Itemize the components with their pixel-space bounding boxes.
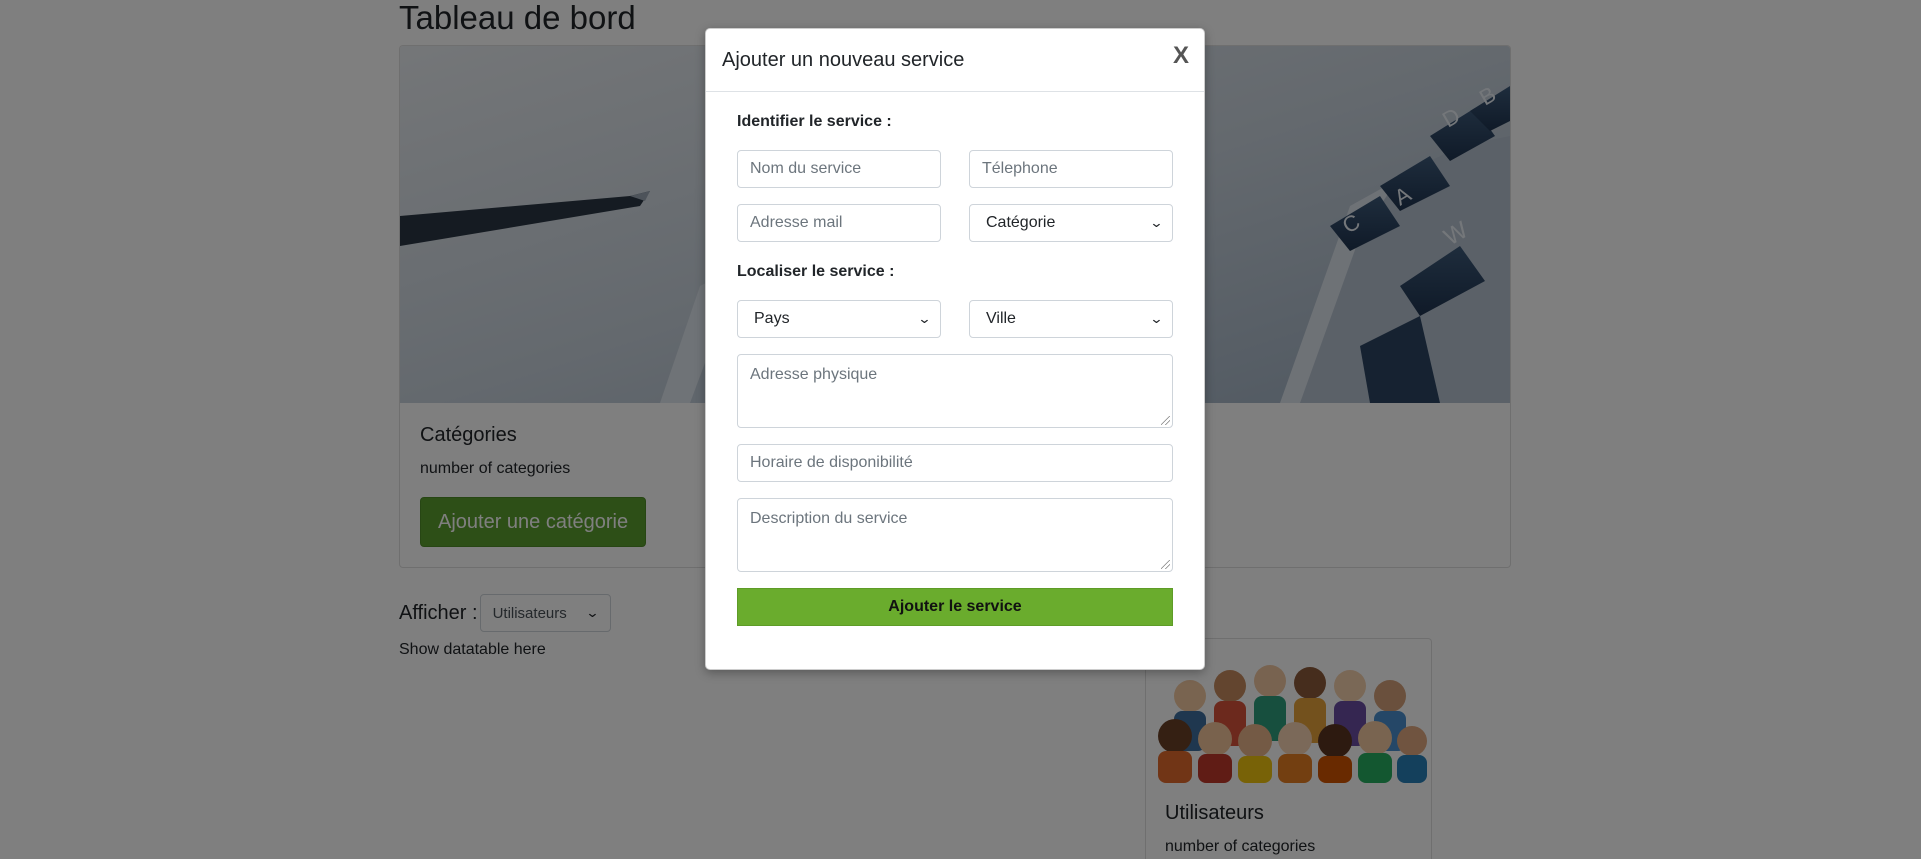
- city-select-value: Ville: [986, 310, 1016, 327]
- chevron-down-icon: ⌄: [1149, 311, 1164, 326]
- availability-hours-input[interactable]: [737, 444, 1173, 482]
- modal-title: Ajouter un nouveau service: [722, 49, 965, 71]
- category-select-value: Catégorie: [986, 214, 1056, 231]
- modal-body: Identifier le service : Catégorie ⌄ Loca…: [706, 92, 1204, 626]
- category-select[interactable]: Catégorie ⌄: [969, 204, 1173, 242]
- service-name-input[interactable]: [737, 150, 941, 188]
- add-service-modal: Ajouter un nouveau service X Identifier …: [705, 28, 1205, 670]
- country-select[interactable]: Pays ⌄: [737, 300, 941, 338]
- close-button[interactable]: X: [1173, 44, 1189, 68]
- modal-header: Ajouter un nouveau service X: [706, 29, 1204, 92]
- country-select-value: Pays: [754, 310, 790, 327]
- city-select[interactable]: Ville ⌄: [969, 300, 1173, 338]
- resize-handle-icon[interactable]: [1161, 416, 1170, 425]
- description-textarea[interactable]: [737, 498, 1173, 572]
- locate-section-label: Localiser le service :: [737, 263, 895, 280]
- chevron-down-icon: ⌄: [1149, 215, 1164, 230]
- chevron-down-icon: ⌄: [917, 311, 932, 326]
- phone-input[interactable]: [969, 150, 1173, 188]
- identify-section-label: Identifier le service :: [737, 113, 892, 130]
- email-input[interactable]: [737, 204, 941, 242]
- add-service-button[interactable]: Ajouter le service: [737, 588, 1173, 626]
- resize-handle-icon[interactable]: [1161, 560, 1170, 569]
- address-textarea[interactable]: [737, 354, 1173, 428]
